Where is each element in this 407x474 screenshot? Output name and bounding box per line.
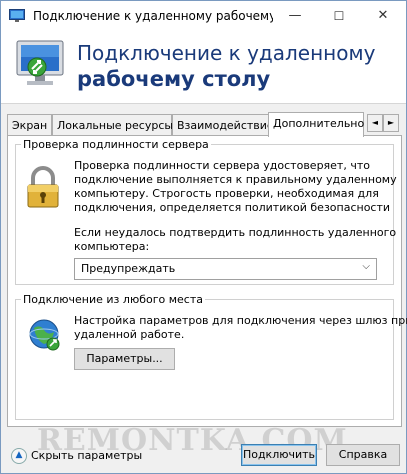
- remote-desktop-logo-icon: [16, 40, 64, 85]
- server-auth-desc-line: подключение выполняется к правильному уд…: [74, 173, 397, 186]
- tab-advanced[interactable]: Дополнительно: [268, 112, 364, 137]
- tab-local-resources[interactable]: Локальные ресурсы: [52, 114, 173, 136]
- padlock-icon: [27, 166, 59, 208]
- gateway-desc-line: удаленной работе.: [74, 328, 185, 341]
- header-title-line2: рабочему столу: [77, 67, 271, 91]
- server-auth-desc-line: Проверка подлинности сервера удостоверяе…: [74, 159, 370, 172]
- close-button[interactable]: ✕: [361, 1, 405, 31]
- auth-failure-question-line: Если неудалось подтвердить подлинность у…: [74, 226, 397, 239]
- server-auth-description: Проверка подлинности сервера удостоверяе…: [74, 159, 397, 215]
- minimize-button[interactable]: —: [273, 1, 317, 31]
- tab-strip: Экран Локальные ресурсы Взаимодействие Д…: [7, 112, 405, 137]
- tab-display[interactable]: Экран: [7, 114, 52, 136]
- remote-desktop-app-icon: [9, 9, 25, 22]
- auth-failure-select[interactable]: Предупреждать ⌵: [74, 258, 377, 280]
- rdp-window: Подключение к удаленному рабочему с... —…: [0, 0, 407, 474]
- auth-failure-select-value: Предупреждать: [81, 262, 176, 275]
- maximize-button[interactable]: ☐: [317, 1, 361, 31]
- header-banner: Подключение к удаленному рабочему столу: [1, 31, 406, 104]
- advanced-tab-panel: Проверка подлинности сервера Проверка по…: [7, 135, 407, 427]
- gateway-settings-button[interactable]: Параметры...: [74, 348, 175, 370]
- server-auth-desc-line: подключения, определяется политикой безо…: [74, 201, 391, 214]
- chevron-up-icon: ▲: [11, 448, 27, 464]
- window-title: Подключение к удаленному рабочему с...: [33, 9, 273, 23]
- tab-scroll-left-button[interactable]: ◄: [367, 114, 383, 132]
- title-bar: Подключение к удаленному рабочему с... —…: [1, 1, 406, 31]
- chevron-down-icon: ⌵: [362, 261, 370, 272]
- globe-connection-icon: [29, 319, 60, 351]
- auth-failure-question-line: компьютера:: [74, 240, 150, 253]
- tab-experience[interactable]: Взаимодействие: [172, 114, 274, 136]
- auth-failure-question: Если неудалось подтвердить подлинность у…: [74, 226, 396, 254]
- server-auth-legend: Проверка подлинности сервера: [23, 138, 209, 151]
- tab-scroll-right-button[interactable]: ►: [383, 114, 399, 132]
- gateway-desc-line: Настройка параметров для подключения чер…: [74, 314, 407, 327]
- hide-options-label: Скрыть параметры: [31, 449, 143, 462]
- connect-from-anywhere-group: Подключение из любого места: [15, 293, 394, 420]
- help-button[interactable]: Справка: [326, 444, 400, 466]
- connect-from-anywhere-legend: Подключение из любого места: [23, 293, 203, 306]
- header-title-line1: Подключение к удаленному: [77, 41, 376, 65]
- gateway-description: Настройка параметров для подключения чер…: [74, 314, 407, 342]
- server-auth-desc-line: компьютеру. Строгость проверки, необходи…: [74, 187, 379, 200]
- connect-button[interactable]: Подключить: [241, 444, 317, 466]
